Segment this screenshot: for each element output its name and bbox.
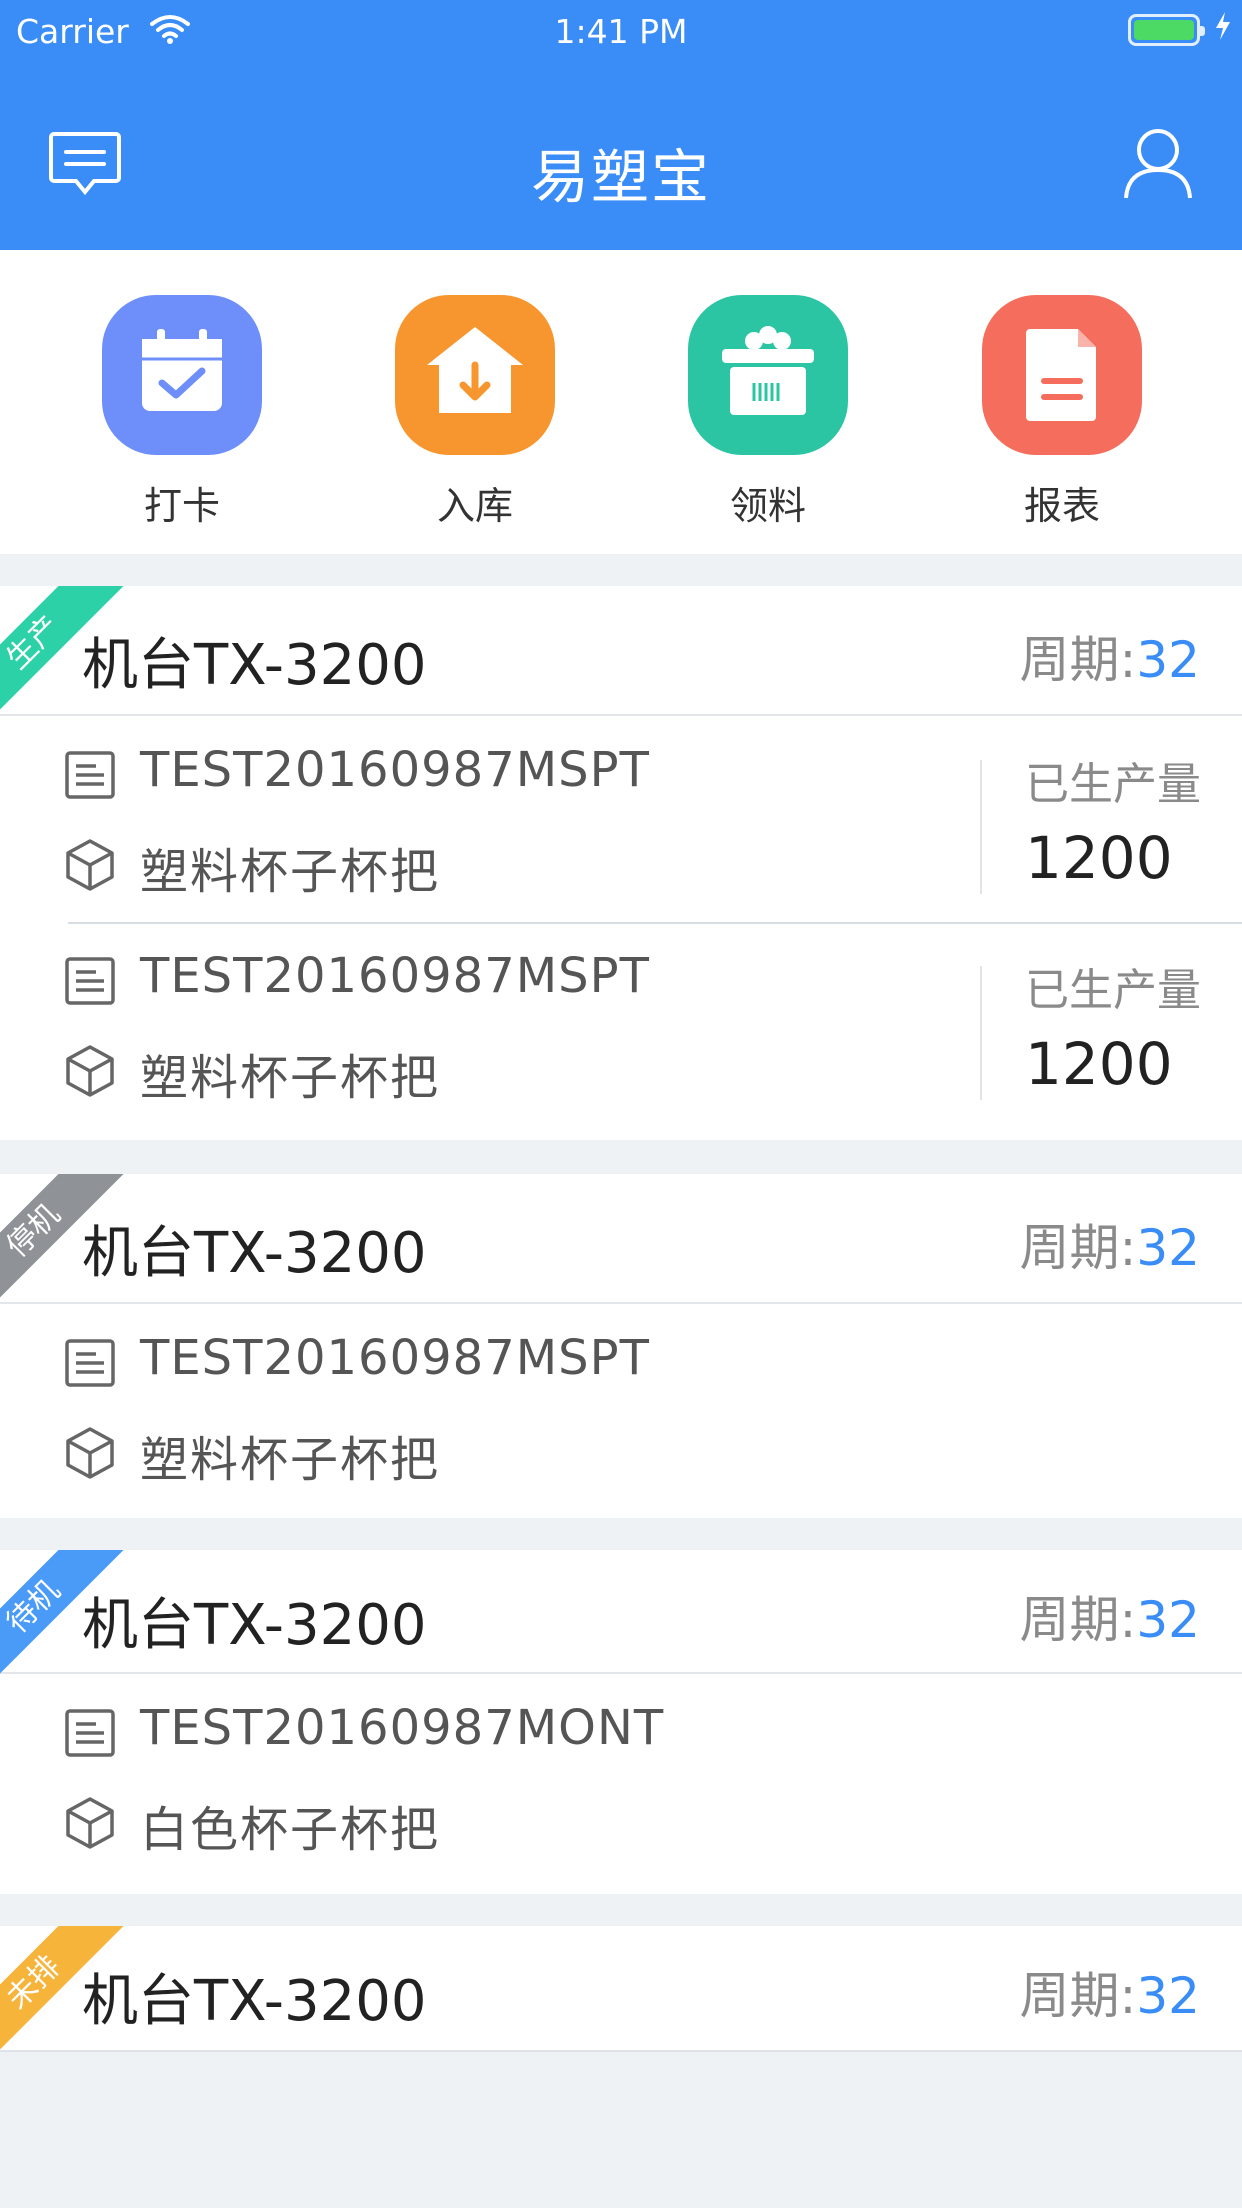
app-screen: Carrier 1:41 PM 易塑宝 打卡 入库 领料 报表 生产 机台TX-… bbox=[0, 0, 1242, 2208]
machine-name: 机台TX-3200 bbox=[82, 1969, 427, 2034]
machine-name: 机台TX-3200 bbox=[82, 1593, 427, 1658]
product-name: 塑料杯子杯把 bbox=[140, 1432, 441, 1488]
produced-qty-label: 已生产量 bbox=[1025, 759, 1201, 810]
package-icon bbox=[66, 1427, 114, 1479]
machine-cycle: 周期:32 bbox=[1019, 1967, 1200, 2025]
package-icon bbox=[66, 1045, 114, 1097]
product-name: 白色杯子杯把 bbox=[140, 1802, 441, 1858]
quick-action-reports[interactable]: 报表 bbox=[962, 295, 1162, 530]
order-row[interactable]: TEST20160987MSPT 塑料杯子杯把 已生产量 1200 bbox=[0, 922, 1242, 1128]
order-code: TEST20160987MONT bbox=[140, 1700, 665, 1756]
quick-action-materials[interactable]: 领料 bbox=[668, 295, 868, 530]
machine-card[interactable]: 停机 机台TX-3200 周期:32 TEST20160987MSPT 塑料杯子… bbox=[0, 1174, 1242, 1518]
top-bar: Carrier 1:41 PM 易塑宝 bbox=[0, 0, 1242, 250]
machine-card-header: 未排 机台TX-3200 周期:32 bbox=[0, 1926, 1242, 2050]
quick-action-label: 打卡 bbox=[143, 484, 220, 528]
machine-card-header: 停机 机台TX-3200 周期:32 bbox=[0, 1174, 1242, 1304]
calendar-check-icon bbox=[102, 295, 262, 455]
order-code: TEST20160987MSPT bbox=[140, 1330, 650, 1386]
package-icon bbox=[66, 839, 114, 891]
machine-cycle: 周期:32 bbox=[1019, 631, 1200, 689]
produced-qty-value: 1200 bbox=[1025, 1030, 1173, 1098]
machine-card[interactable]: 未排 机台TX-3200 周期:32 bbox=[0, 1926, 1242, 2052]
material-box-icon bbox=[688, 295, 848, 455]
document-icon bbox=[65, 957, 115, 1005]
product-name: 塑料杯子杯把 bbox=[140, 844, 441, 900]
user-icon[interactable] bbox=[1122, 126, 1194, 200]
machine-name: 机台TX-3200 bbox=[82, 633, 427, 698]
product-name: 塑料杯子杯把 bbox=[140, 1050, 441, 1106]
quick-action-label: 入库 bbox=[436, 484, 513, 528]
quick-action-label: 领料 bbox=[729, 484, 806, 528]
document-icon bbox=[65, 751, 115, 799]
quick-action-clock-in[interactable]: 打卡 bbox=[82, 295, 282, 530]
order-row[interactable]: TEST20160987MSPT 塑料杯子杯把 已生产量 1200 bbox=[0, 716, 1242, 922]
status-time: 1:41 PM bbox=[554, 12, 688, 51]
document-icon bbox=[65, 1709, 115, 1757]
machine-card[interactable]: 待机 机台TX-3200 周期:32 TEST20160987MONT 白色杯子… bbox=[0, 1550, 1242, 1894]
order-row[interactable]: TEST20160987MSPT 塑料杯子杯把 bbox=[0, 1304, 1242, 1510]
warehouse-in-icon bbox=[395, 295, 555, 455]
produced-qty-label: 已生产量 bbox=[1025, 965, 1201, 1016]
produced-qty-value: 1200 bbox=[1025, 824, 1173, 892]
machine-card[interactable]: 生产 机台TX-3200 周期:32 TEST20160987MSPT 塑料杯子… bbox=[0, 586, 1242, 1140]
quick-action-label: 报表 bbox=[1023, 484, 1100, 528]
battery-icon bbox=[1128, 14, 1205, 46]
quick-actions: 打卡 入库 领料 报表 bbox=[0, 250, 1242, 554]
machine-cycle: 周期:32 bbox=[1019, 1591, 1200, 1649]
quick-action-stock-in[interactable]: 入库 bbox=[375, 295, 575, 530]
machine-card-header: 生产 机台TX-3200 周期:32 bbox=[0, 586, 1242, 716]
charging-icon bbox=[1216, 12, 1230, 40]
machine-name: 机台TX-3200 bbox=[82, 1221, 427, 1286]
package-icon bbox=[66, 1797, 114, 1849]
order-row[interactable]: TEST20160987MONT 白色杯子杯把 bbox=[0, 1674, 1242, 1880]
order-code: TEST20160987MSPT bbox=[140, 742, 650, 798]
status-bar: Carrier 1:41 PM bbox=[0, 0, 1242, 64]
order-code: TEST20160987MSPT bbox=[140, 948, 650, 1004]
machine-cycle: 周期:32 bbox=[1019, 1219, 1200, 1277]
page-title: 易塑宝 bbox=[530, 143, 711, 211]
report-icon bbox=[982, 295, 1142, 455]
machine-card-header: 待机 机台TX-3200 周期:32 bbox=[0, 1550, 1242, 1680]
document-icon bbox=[65, 1339, 115, 1387]
